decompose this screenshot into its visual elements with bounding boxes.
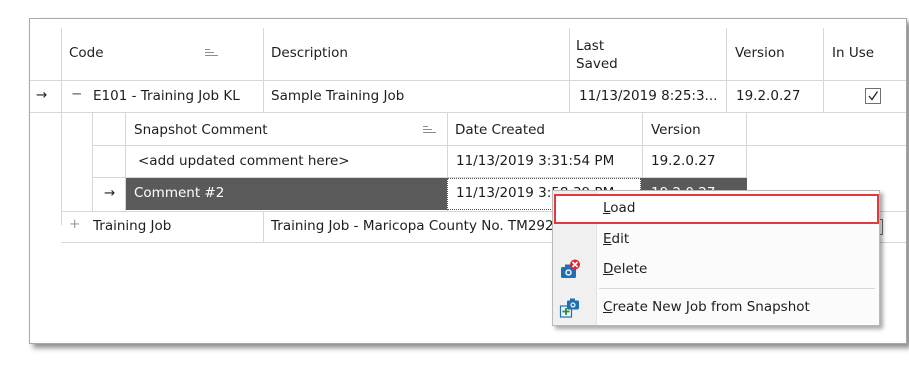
job-code-cell: E101 - Training Job KL [93,88,240,104]
checkmark-icon [868,91,879,101]
date-created-cell: 11/13/2019 3:31:54 PM [456,153,615,169]
grid-line [569,28,570,80]
grid-line [61,28,62,225]
menu-item-delete[interactable]: Delete [553,255,879,285]
grid-line [823,28,824,80]
grid-line [746,113,747,179]
sort-icon[interactable] [205,49,218,59]
snapshot-version-cell: 19.2.0.27 [651,153,716,169]
expand-button[interactable]: + [69,216,80,232]
grid-line [823,81,824,112]
snapshot-comment-cell[interactable]: <add updated comment here> [138,153,350,169]
grid-line [263,212,264,242]
snapshot-row[interactable]: <add updated comment here> 11/13/2019 3:… [126,146,746,177]
column-header-last-saved[interactable]: Last Saved [576,37,618,73]
menu-item-label: Delete [603,261,648,277]
column-header-in-use[interactable]: In Use [832,45,874,61]
grid-line [30,112,906,113]
column-header-code[interactable]: Code [69,45,104,61]
table-row[interactable]: → − E101 - Training Job KL Sample Traini… [30,81,906,112]
row-indicator-arrow: → [104,185,116,201]
grid-line [726,81,727,112]
context-menu: Load Edit Delete Create New Job from Sna… [552,190,880,326]
menu-separator [599,288,875,289]
menu-item-label: Edit [603,231,630,247]
menu-item-load[interactable]: Load [554,194,879,224]
description-cell: Training Job - Maricopa County No. TM292 [271,218,554,234]
row-indicator-arrow: → [36,87,48,103]
header-line-1: Last [576,38,605,54]
camera-delete-icon [561,259,580,278]
version-cell: 19.2.0.27 [736,88,801,104]
column-header-version[interactable]: Version [735,45,785,61]
header-line-2: Saved [576,56,618,72]
snapshot-comment-cell[interactable]: Comment #2 [134,185,224,201]
grid-line [92,113,93,211]
collapse-button[interactable]: − [71,86,82,102]
menu-item-label: Load [603,200,636,216]
column-header-detail-version[interactable]: Version [651,122,701,138]
camera-new-job-icon [559,298,579,318]
column-header-description[interactable]: Description [271,45,348,61]
menu-item-label: Create New Job from Snapshot [603,299,810,315]
in-use-checkbox[interactable] [865,88,881,104]
grid-line [263,81,264,112]
grid-line [263,28,264,80]
column-header-date-created[interactable]: Date Created [455,122,545,138]
description-cell: Sample Training Job [271,88,405,104]
column-header-snapshot-comment[interactable]: Snapshot Comment [134,122,268,138]
sort-icon[interactable] [423,126,436,136]
grid-line [726,28,727,80]
menu-item-edit[interactable]: Edit [553,225,879,255]
job-code-cell: Training Job [93,218,172,234]
grid-line [569,81,570,112]
last-saved-cell: 11/13/2019 8:25:3... [579,88,718,104]
menu-item-create-new-job-from-snapshot[interactable]: Create New Job from Snapshot [553,293,879,323]
